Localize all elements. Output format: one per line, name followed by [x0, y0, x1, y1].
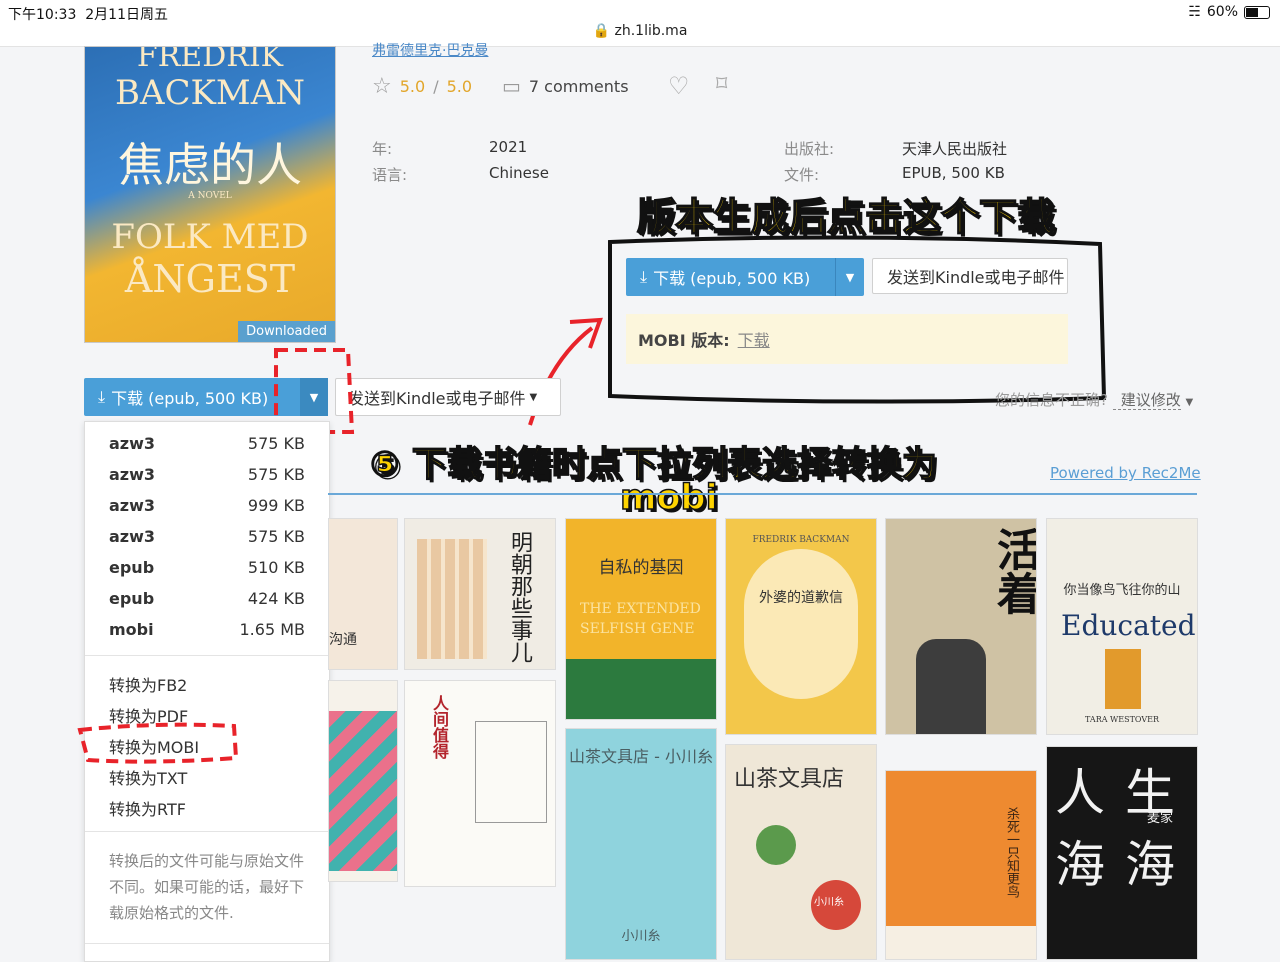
cover-title-line2: ÅNGEST [124, 257, 296, 301]
callout-download-button[interactable]: ⤓ 下载 (epub, 500 KB) ▼ [626, 258, 864, 296]
meta-year-value: 2021 [489, 138, 528, 156]
meta-publisher-label: 出版社: [784, 140, 835, 158]
format-option-azw3-2[interactable]: azw3 575 KB [109, 465, 305, 484]
format-option-epub-2[interactable]: epub 424 KB [109, 589, 305, 608]
book-thumb[interactable]: 自私的基因 THE EXTENDED SELFISH GENE [565, 518, 717, 720]
book-cover[interactable]: FREDRIK BACKMAN 焦虑的人 A NOVEL FOLK MED ÅN… [84, 46, 336, 343]
download-icon: ⤓ [98, 387, 106, 406]
rating-max: 5.0 [446, 77, 473, 96]
meta-file-label: 文件: [784, 166, 820, 184]
highlight-convert-mobi [77, 722, 239, 764]
status-bar: 下午10:33 2月11日周五 🔒 zh.1lib.ma ☵ 60% [0, 0, 1280, 47]
comments-link[interactable]: ▭ 7 comments [502, 74, 629, 98]
address-bar[interactable]: 🔒 zh.1lib.ma [0, 23, 1280, 39]
mobi-version-label: MOBI 版本: [638, 331, 730, 350]
book-thumb[interactable]: 杀死一只知更鸟 [885, 770, 1037, 960]
caret-down-icon: ▼ [529, 391, 538, 403]
format-option-azw3-4[interactable]: azw3 575 KB [109, 527, 305, 546]
format-option-azw3-3[interactable]: azw3 999 KB [109, 496, 305, 515]
chevron-down-icon[interactable]: ▼ [835, 258, 864, 296]
meta-language-label: 语言: [372, 166, 408, 184]
battery-icon [1244, 5, 1270, 19]
book-thumb[interactable]: 人间值得 [404, 680, 556, 887]
cover-author-line2: BACKMAN [114, 73, 306, 113]
meta-publisher-value: 天津人民出版社 [902, 140, 1008, 158]
url-text: zh.1lib.ma [614, 23, 688, 39]
wifi-icon: ☵ [1188, 4, 1201, 20]
dropdown-divider [85, 831, 329, 832]
heart-icon[interactable]: ♡ [668, 72, 690, 100]
callout-download-label: 下载 (epub, 500 KB) [653, 269, 811, 288]
rating-separator: / [433, 77, 439, 96]
cover-small: A NOVEL [188, 191, 232, 201]
meta-language-value: Chinese [489, 164, 549, 182]
download-dropdown-menu: azw3 575 KB azw3 575 KB azw3 999 KB azw3 575… [84, 421, 330, 962]
annotation-step-line2: mobi [619, 477, 718, 519]
comment-icon: ▭ [502, 74, 521, 98]
book-thumb[interactable]: 山茶文具店 小川糸 [725, 744, 877, 960]
mobi-download-link[interactable]: 下载 [730, 327, 770, 351]
status-time: 下午10:33 2月11日周五 [8, 7, 168, 23]
lock-icon: 🔒 [592, 23, 611, 39]
mobi-version-panel: MOBI 版本: 下载 [626, 314, 1068, 364]
format-option-mobi[interactable]: mobi 1.65 MB [109, 620, 305, 639]
send-to-kindle-label: 发送到Kindle或电子邮件 [348, 389, 526, 408]
dropdown-divider [85, 655, 329, 656]
book-thumb[interactable]: 山茶文具店 - 小川糸 小川糸 [565, 728, 717, 960]
book-thumb[interactable] [328, 680, 398, 882]
dropdown-divider [85, 943, 329, 944]
suggest-edit-link[interactable]: 建议修改 [1112, 391, 1181, 410]
author-link[interactable]: 弗雷德里克·巴克曼 [372, 40, 488, 60]
downloaded-badge: Downloaded [238, 321, 335, 342]
book-thumb[interactable]: 你当像鸟飞往你的山 Educated TARA WESTOVER [1046, 518, 1198, 735]
book-thumb[interactable]: 沟通 [328, 518, 398, 670]
download-icon: ⤓ [640, 267, 648, 286]
cover-cn-title: 焦虑的人 [118, 138, 302, 192]
book-thumb[interactable]: 人生海海 麦家 [1046, 746, 1198, 960]
book-thumb[interactable]: 活着 [885, 518, 1037, 735]
send-to-kindle-button[interactable]: 发送到Kindle或电子邮件 ▼ [335, 378, 561, 416]
status-icons: ☵ 60% [1188, 4, 1270, 20]
battery-percent: 60% [1206, 4, 1238, 20]
convert-to-rtf[interactable]: 转换为RTF [109, 796, 186, 820]
convert-to-txt[interactable]: 转换为TXT [109, 765, 187, 789]
meta-file-value: EPUB, 500 KB [902, 164, 1005, 182]
powered-by-link[interactable]: Powered by Rec2Me [1050, 464, 1201, 482]
recommendations-divider [328, 493, 1197, 495]
book-thumb[interactable]: 明朝那些事儿 [404, 518, 556, 670]
format-option-azw3-1[interactable]: azw3 575 KB [109, 434, 305, 453]
caret-down-icon: ▼ [1185, 397, 1194, 408]
rating-value: 5.0 [399, 77, 426, 96]
report-question: 您的信息不正确? [995, 391, 1108, 409]
rating[interactable]: ☆ 5.0 / 5.0 [372, 74, 472, 99]
star-icon: ☆ [372, 74, 392, 99]
cover-title-line1: FOLK MED [111, 217, 309, 257]
bookmark-icon[interactable]: ⌑ [716, 72, 727, 97]
cover-author-line1: FREDRIK [136, 46, 284, 74]
download-label: 下载 (epub, 500 KB) [111, 389, 269, 408]
convert-to-fb2[interactable]: 转换为FB2 [109, 672, 187, 696]
conversion-note: 转换后的文件可能与原始文件不同。如果可能的话，最好下载原始格式的文件. [109, 852, 305, 922]
callout-send-button[interactable]: 发送到Kindle或电子邮件 [872, 258, 1068, 294]
comments-count: 7 comments [528, 76, 629, 96]
report-info: 您的信息不正确? 建议修改 ▼ [995, 389, 1193, 410]
format-option-epub-1[interactable]: epub 510 KB [109, 558, 305, 577]
book-thumb[interactable]: FREDRIK BACKMAN 外婆的道歉信 [725, 518, 877, 735]
meta-year-label: 年: [372, 140, 393, 158]
